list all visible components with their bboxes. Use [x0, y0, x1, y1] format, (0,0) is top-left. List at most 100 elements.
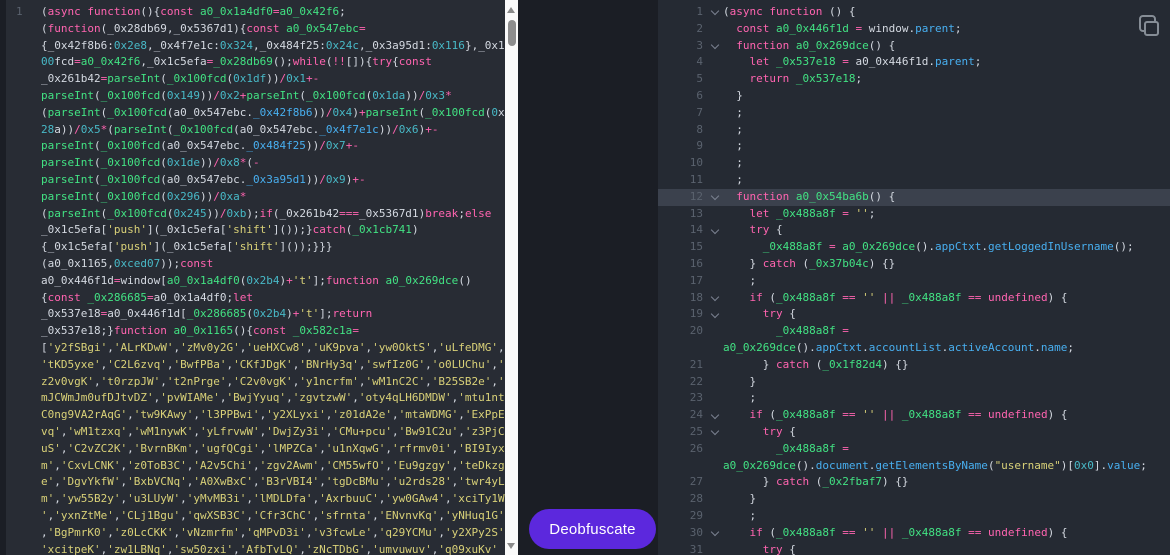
code-line[interactable]: 8 ;: [658, 122, 1170, 139]
line-number: [6, 155, 41, 172]
code-line[interactable]: 7 ;: [658, 105, 1170, 122]
line-number: 22: [658, 374, 706, 391]
code-line[interactable]: 29 ;: [658, 508, 1170, 525]
copy-icon[interactable]: [1137, 15, 1161, 39]
code-line[interactable]: 4 let _0x537e18 = a0_0x446f1d.parent;: [658, 54, 1170, 71]
deobfuscator-app: 1(async function(){const a0_0x1a4df0=a0_…: [0, 0, 1170, 555]
code-line[interactable]: 28 }: [658, 491, 1170, 508]
code-line[interactable]: 18 if (_0x488a8f == '' || _0x488a8f == u…: [658, 290, 1170, 307]
code-line[interactable]: 23 ;: [658, 390, 1170, 407]
code-line[interactable]: 3 function a0_0x269dce() {: [658, 38, 1170, 55]
fold-chevron-icon[interactable]: [706, 407, 723, 424]
line-number: [6, 206, 41, 223]
code-line[interactable]: parseInt(_0x100fcd(0x1de))/0x8*(-: [6, 155, 505, 172]
code-line[interactable]: C0ng9VA2rAqG','tw9KAwy','l3PPBwi','y2XLy…: [6, 407, 505, 424]
code-line[interactable]: {_0x1c5efa['push'](_0x1c5efa['shift']())…: [6, 239, 505, 256]
code-line[interactable]: 'tKD5yxe','C2L6zvq','BwfPBa','CKfJDgK','…: [6, 357, 505, 374]
code-line[interactable]: parseInt(_0x100fcd(a0_0x547ebc._0x3a95d1…: [6, 172, 505, 189]
obfuscated-code-editor[interactable]: 1(async function(){const a0_0x1a4df0=a0_…: [6, 0, 505, 555]
code-line[interactable]: 1(async function () {: [658, 4, 1170, 21]
code-line[interactable]: 11 ;: [658, 172, 1170, 189]
line-number: [6, 222, 41, 239]
code-line-wrap[interactable]: a0_0x269dce().appCtxt.accountList.active…: [658, 340, 1170, 357]
code-line[interactable]: 5 return _0x537e18;: [658, 71, 1170, 88]
scrollbar-up-arrow-icon[interactable]: [507, 7, 515, 13]
fold-spacer: [706, 508, 723, 525]
code-line[interactable]: 9 ;: [658, 138, 1170, 155]
fold-chevron-icon[interactable]: [706, 38, 723, 55]
code-line[interactable]: _0x537e18=a0_0x446f1d[_0x286685(0x2b4)+'…: [6, 306, 505, 323]
code-line[interactable]: parseInt(_0x100fcd(0x149))/0x2+parseInt(…: [6, 88, 505, 105]
code-line[interactable]: 19 try {: [658, 306, 1170, 323]
code-line[interactable]: {const _0x286685=a0_0x1a4df0;let: [6, 290, 505, 307]
line-number: 23: [658, 390, 706, 407]
code-line-wrap[interactable]: a0_0x269dce().document.getElementsByName…: [658, 458, 1170, 475]
code-line[interactable]: 10 ;: [658, 155, 1170, 172]
code-line[interactable]: 26 _0x488a8f =: [658, 441, 1170, 458]
code-line[interactable]: _0x261b42=parseInt(_0x100fcd(0x1df))/0x1…: [6, 71, 505, 88]
scrollbar-down-arrow-icon[interactable]: [507, 543, 515, 549]
line-number: 4: [658, 54, 706, 71]
fold-spacer: [706, 441, 723, 458]
code-line[interactable]: e','DgvYkfW','BxbVCNq','A0XwBxC','B3rVBI…: [6, 474, 505, 491]
code-line[interactable]: 6 }: [658, 88, 1170, 105]
line-number: 10: [658, 155, 706, 172]
code-line[interactable]: 16 } catch (_0x37b04c) {}: [658, 256, 1170, 273]
scrollbar-thumb[interactable]: [508, 20, 516, 46]
left-editor-scrollbar[interactable]: [505, 0, 518, 555]
code-line[interactable]: 2 const a0_0x446f1d = window.parent;: [658, 21, 1170, 38]
deobfuscate-button[interactable]: Deobfuscate: [529, 509, 656, 549]
code-line[interactable]: 30 if (_0x488a8f == '' || _0x488a8f == u…: [658, 525, 1170, 542]
line-number: [6, 458, 41, 475]
code-line[interactable]: 21 } catch (_0x1f82d4) {}: [658, 357, 1170, 374]
code-line[interactable]: m','CxvLCNK','z0ToB3C','A2v5Chi','zgv2Aw…: [6, 458, 505, 475]
code-line[interactable]: 14 try {: [658, 222, 1170, 239]
line-number: [6, 273, 41, 290]
fold-spacer: [706, 54, 723, 71]
fold-chevron-icon[interactable]: [706, 525, 723, 542]
fold-chevron-icon[interactable]: [706, 189, 723, 206]
line-number: 25: [658, 424, 706, 441]
code-line[interactable]: z2v0vgK','t0rzpJW','t2nPrge','C2v0vgK','…: [6, 374, 505, 391]
code-line[interactable]: 31 try {: [658, 542, 1170, 555]
code-line[interactable]: {_0x42f8b6:0x2e8,_0x4f7e1c:0x324,_0x484f…: [6, 38, 505, 55]
code-line[interactable]: m','yw55B2y','u3LUyW','yMvMB3i','lMDLDfa…: [6, 491, 505, 508]
code-line[interactable]: parseInt(_0x100fcd(0x296))/0xa*: [6, 189, 505, 206]
code-line[interactable]: _0x1c5efa['push'](_0x1c5efa['shift']());…: [6, 222, 505, 239]
code-line[interactable]: 27 } catch (_0x2fbaf7) {}: [658, 474, 1170, 491]
code-line[interactable]: 'xcitpeK','zw1LBNq','sw50zxi','AfbTvLQ',…: [6, 542, 505, 555]
fold-spacer: [706, 542, 723, 555]
code-line[interactable]: (parseInt(_0x100fcd(a0_0x547ebc._0x42f8b…: [6, 105, 505, 122]
fold-chevron-icon[interactable]: [706, 4, 723, 21]
fold-chevron-icon[interactable]: [706, 222, 723, 239]
code-line[interactable]: 1(async function(){const a0_0x1a4df0=a0_…: [6, 4, 505, 21]
code-line[interactable]: 00fcd=a0_0x42f6,_0x1c5efa=_0x28db69();wh…: [6, 54, 505, 71]
line-number: [6, 407, 41, 424]
code-line[interactable]: 17 ;: [658, 273, 1170, 290]
fold-chevron-icon[interactable]: [706, 290, 723, 307]
code-line[interactable]: (a0_0x1165,0xced07));const: [6, 256, 505, 273]
code-line[interactable]: 12 function a0_0x54ba6b() {: [658, 189, 1170, 206]
code-line[interactable]: parseInt(_0x100fcd(a0_0x547ebc._0x484f25…: [6, 138, 505, 155]
code-line[interactable]: (function(_0x28db69,_0x5367d1){const a0_…: [6, 21, 505, 38]
code-line[interactable]: uS','C2vZC2K','BvrnBKm','ugfQCgi','lMPZC…: [6, 441, 505, 458]
code-line[interactable]: _0x537e18;}function a0_0x1165(){const _0…: [6, 323, 505, 340]
code-line[interactable]: 24 if (_0x488a8f == '' || _0x488a8f == u…: [658, 407, 1170, 424]
code-line[interactable]: (parseInt(_0x100fcd(0x245))/0xb);if(_0x2…: [6, 206, 505, 223]
code-line[interactable]: 20 _0x488a8f =: [658, 323, 1170, 340]
code-line[interactable]: 25 try {: [658, 424, 1170, 441]
code-line[interactable]: 22 }: [658, 374, 1170, 391]
deobfuscated-code-editor[interactable]: 1(async function () {2 const a0_0x446f1d…: [658, 0, 1170, 555]
code-line[interactable]: mJCWmJm0ufDJtvDZ','pvWIAMe','BwjYyuq','z…: [6, 390, 505, 407]
code-line[interactable]: 15 _0x488a8f = a0_0x269dce().appCtxt.get…: [658, 239, 1170, 256]
code-line[interactable]: ','yxnZtMe','CLj1Bgu','qwXSB3C','Cfr3ChC…: [6, 508, 505, 525]
code-line[interactable]: vq','wM1tzxq','wM1nywK','yLfrvwW','DwjZy…: [6, 424, 505, 441]
fold-chevron-icon[interactable]: [706, 306, 723, 323]
code-line[interactable]: 28a))/0x5*(parseInt(_0x100fcd(a0_0x547eb…: [6, 122, 505, 139]
code-line[interactable]: ['y2fSBgi','ALrKDwW','zMv0y2G','ueHXCw8'…: [6, 340, 505, 357]
code-line[interactable]: ,'BgPmrK0','z0LcCKK','vNzmrfm','qMPvD3i'…: [6, 525, 505, 542]
line-number: 14: [658, 222, 706, 239]
code-line[interactable]: a0_0x446f1d=window[a0_0x1a4df0(0x2b4)+'t…: [6, 273, 505, 290]
fold-chevron-icon[interactable]: [706, 424, 723, 441]
code-line[interactable]: 13 let _0x488a8f = '';: [658, 206, 1170, 223]
